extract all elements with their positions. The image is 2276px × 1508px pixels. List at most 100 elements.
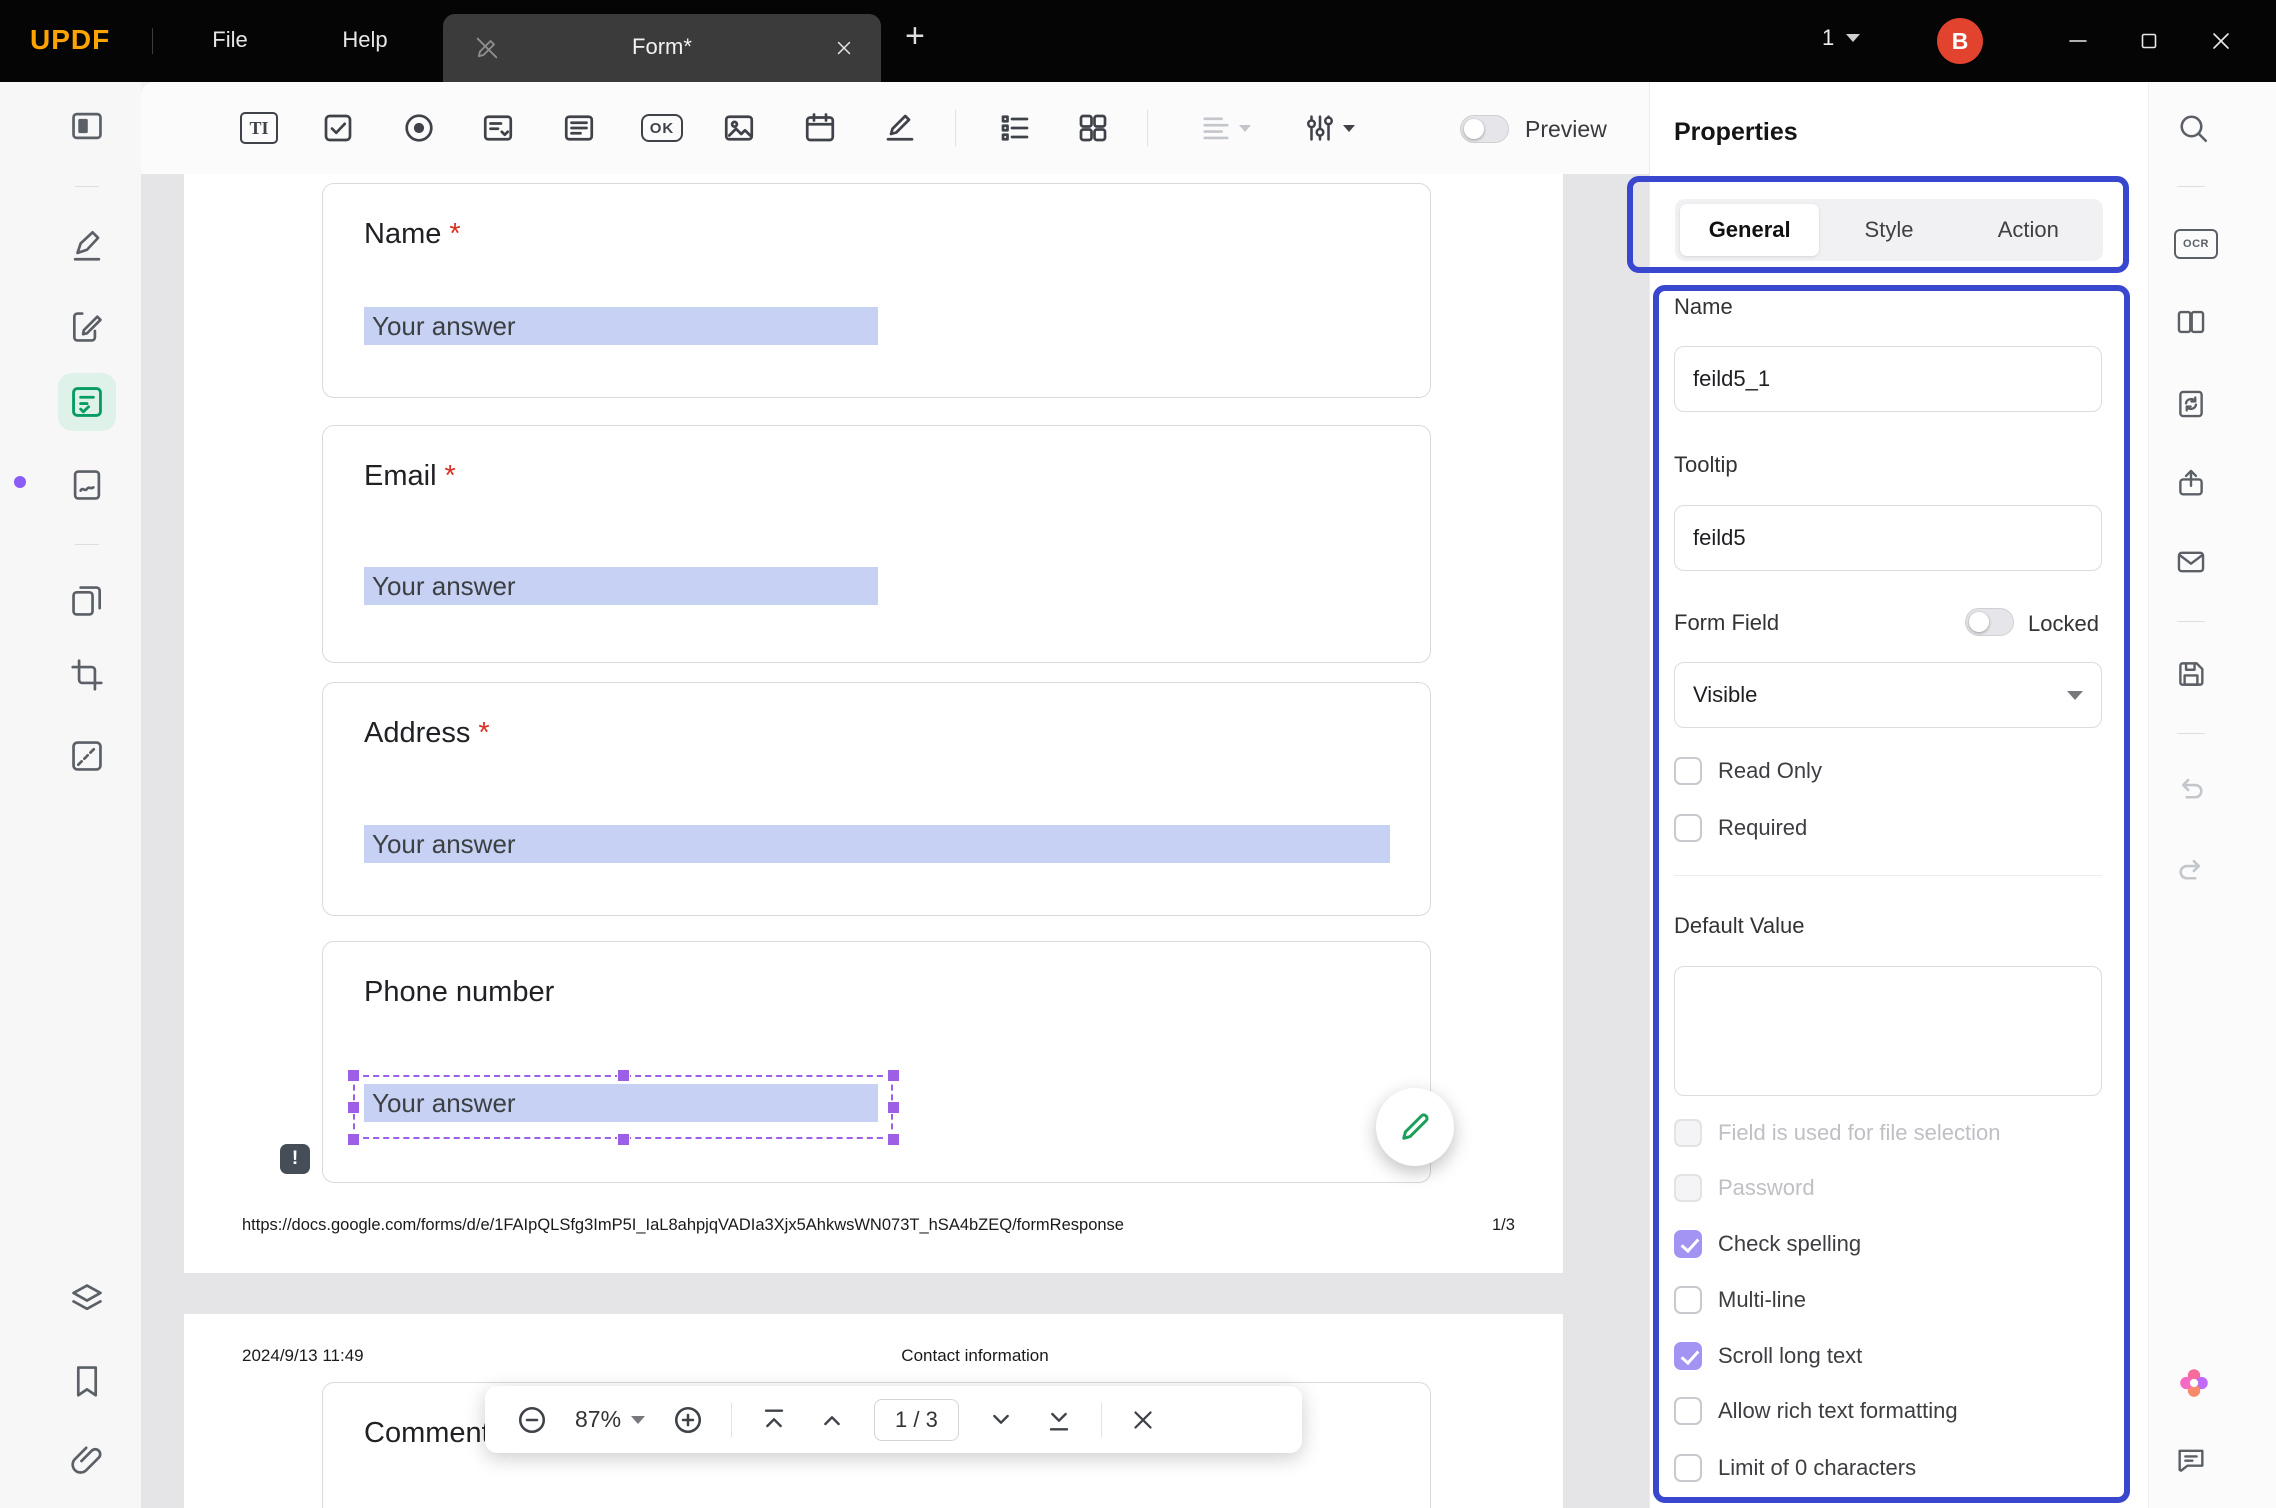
default-value-textarea[interactable] [1674, 966, 2102, 1096]
option-row[interactable]: Limit of 0 characters [1674, 1452, 1916, 1484]
redo-button[interactable] [2174, 854, 2208, 888]
search-button[interactable] [2174, 109, 2212, 147]
sidebar-item-comment[interactable] [67, 225, 107, 265]
answer-field[interactable]: Your answer [364, 307, 878, 345]
align-tool[interactable] [1194, 109, 1256, 147]
field-list-tool[interactable] [996, 109, 1034, 147]
selection-handle[interactable] [887, 1133, 900, 1146]
selection-handle[interactable] [347, 1069, 360, 1082]
answer-field[interactable]: Your answer [364, 567, 878, 605]
sidebar-item-form-active[interactable] [58, 373, 116, 431]
option-row[interactable]: Multi-line [1674, 1284, 1806, 1316]
listbox-field-tool[interactable] [560, 109, 598, 147]
selection-handle[interactable] [887, 1069, 900, 1082]
checkbox[interactable] [1674, 1286, 1702, 1314]
share-button[interactable] [2174, 466, 2208, 500]
checkbox[interactable] [1674, 1174, 1702, 1202]
checkbox[interactable] [1674, 1230, 1702, 1258]
selection-handle[interactable] [347, 1133, 360, 1146]
field-warning-badge[interactable]: ! [280, 1144, 310, 1174]
menu-file[interactable]: File [198, 27, 262, 53]
sidebar-item-edit-pdf[interactable] [67, 307, 107, 347]
sidebar-item-organize-pages[interactable] [67, 581, 107, 621]
sidebar-item-sign[interactable] [67, 465, 107, 505]
sidebar-item-layers[interactable] [67, 1279, 107, 1319]
button-field-tool[interactable]: OK [640, 109, 684, 147]
option-row[interactable]: Check spelling [1674, 1228, 1861, 1260]
selection-handle[interactable] [887, 1101, 900, 1114]
save-button[interactable] [2174, 657, 2208, 691]
ocr-button[interactable]: OCR [2174, 228, 2218, 260]
new-tab-button[interactable]: + [905, 17, 925, 56]
layout-grid-tool[interactable] [1074, 109, 1112, 147]
zoom-in-button[interactable] [671, 1403, 705, 1437]
radio-field-tool[interactable] [400, 109, 438, 147]
undo-button[interactable] [2174, 773, 2208, 807]
menu-help[interactable]: Help [330, 27, 400, 53]
page-indicator[interactable]: 1 / 3 [874, 1398, 959, 1441]
tab-action[interactable]: Action [1959, 204, 2098, 256]
tooltip-input[interactable] [1674, 505, 2102, 571]
document-tab[interactable]: Form* [443, 14, 881, 82]
first-page-button[interactable] [758, 1404, 790, 1436]
checkbox[interactable] [1674, 757, 1702, 785]
option-label: Multi-line [1718, 1287, 1807, 1312]
required-checkbox-row[interactable]: Required [1674, 812, 1807, 844]
field-selection-outline[interactable] [353, 1075, 893, 1139]
locked-toggle[interactable] [1965, 608, 2014, 636]
required-asterisk: * [444, 460, 456, 492]
checkbox-field-icon [324, 114, 352, 142]
convert-button[interactable] [2174, 387, 2208, 421]
answer-field[interactable]: Your answer [364, 825, 1390, 863]
comments-button[interactable] [2174, 1443, 2208, 1477]
tab-general[interactable]: General [1680, 204, 1820, 256]
option-row[interactable]: Allow rich text formatting [1674, 1395, 1958, 1427]
next-page-button[interactable] [985, 1404, 1017, 1436]
read-only-checkbox-row[interactable]: Read Only [1674, 755, 1822, 787]
text-field-tool[interactable]: TI [239, 111, 279, 145]
image-field-tool[interactable] [720, 109, 758, 147]
window-maximize-button[interactable] [2126, 18, 2172, 64]
close-toolbar-button[interactable] [1128, 1405, 1158, 1435]
sidebar-item-reader[interactable] [67, 106, 107, 146]
last-page-button[interactable] [1043, 1404, 1075, 1436]
previous-page-button[interactable] [816, 1404, 848, 1436]
tab-close-icon[interactable] [833, 37, 855, 59]
sidebar-item-bookmark[interactable] [67, 1361, 107, 1401]
preview-toggle[interactable] [1460, 115, 1509, 143]
option-row[interactable]: Password [1674, 1172, 1815, 1204]
checkbox[interactable] [1674, 814, 1702, 842]
checkbox[interactable] [1674, 1454, 1702, 1482]
date-field-tool[interactable] [801, 109, 839, 147]
sidebar-item-watermark[interactable] [67, 736, 107, 776]
selection-handle[interactable] [347, 1101, 360, 1114]
adjust-tool[interactable] [1296, 109, 1362, 147]
dropdown-field-tool[interactable] [479, 109, 517, 147]
visibility-dropdown[interactable]: Visible [1674, 662, 2102, 728]
ai-assistant-button[interactable] [2174, 1363, 2214, 1403]
checkbox[interactable] [1674, 1342, 1702, 1370]
option-row[interactable]: Scroll long text [1674, 1340, 1862, 1372]
document-area[interactable]: Name * Your answer Email * Your answer Add… [141, 174, 1649, 1508]
mail-button[interactable] [2174, 545, 2208, 579]
checkbox[interactable] [1674, 1119, 1702, 1147]
selection-handle[interactable] [617, 1133, 630, 1146]
window-close-button[interactable] [2198, 18, 2244, 64]
option-row[interactable]: Field is used for file selection [1674, 1117, 2000, 1149]
window-minimize-button[interactable] [2055, 18, 2101, 64]
avatar[interactable]: B [1937, 18, 1983, 64]
compare-button[interactable] [2174, 305, 2208, 339]
checkbox-field-tool[interactable] [319, 109, 357, 147]
signature-field-tool[interactable] [881, 109, 919, 147]
zoom-level-value[interactable]: 87% [575, 1406, 621, 1433]
sidebar-item-attachment[interactable] [67, 1441, 107, 1481]
tab-style[interactable]: Style [1819, 204, 1958, 256]
sidebar-item-crop[interactable] [67, 655, 107, 695]
name-input[interactable] [1674, 346, 2102, 412]
zoom-out-button[interactable] [515, 1403, 549, 1437]
chevron-down-icon[interactable] [631, 1415, 646, 1424]
selection-handle[interactable] [617, 1069, 630, 1082]
checkbox[interactable] [1674, 1397, 1702, 1425]
edit-field-fab[interactable] [1376, 1088, 1454, 1166]
page-count-dropdown[interactable]: 1 [1822, 25, 1861, 51]
